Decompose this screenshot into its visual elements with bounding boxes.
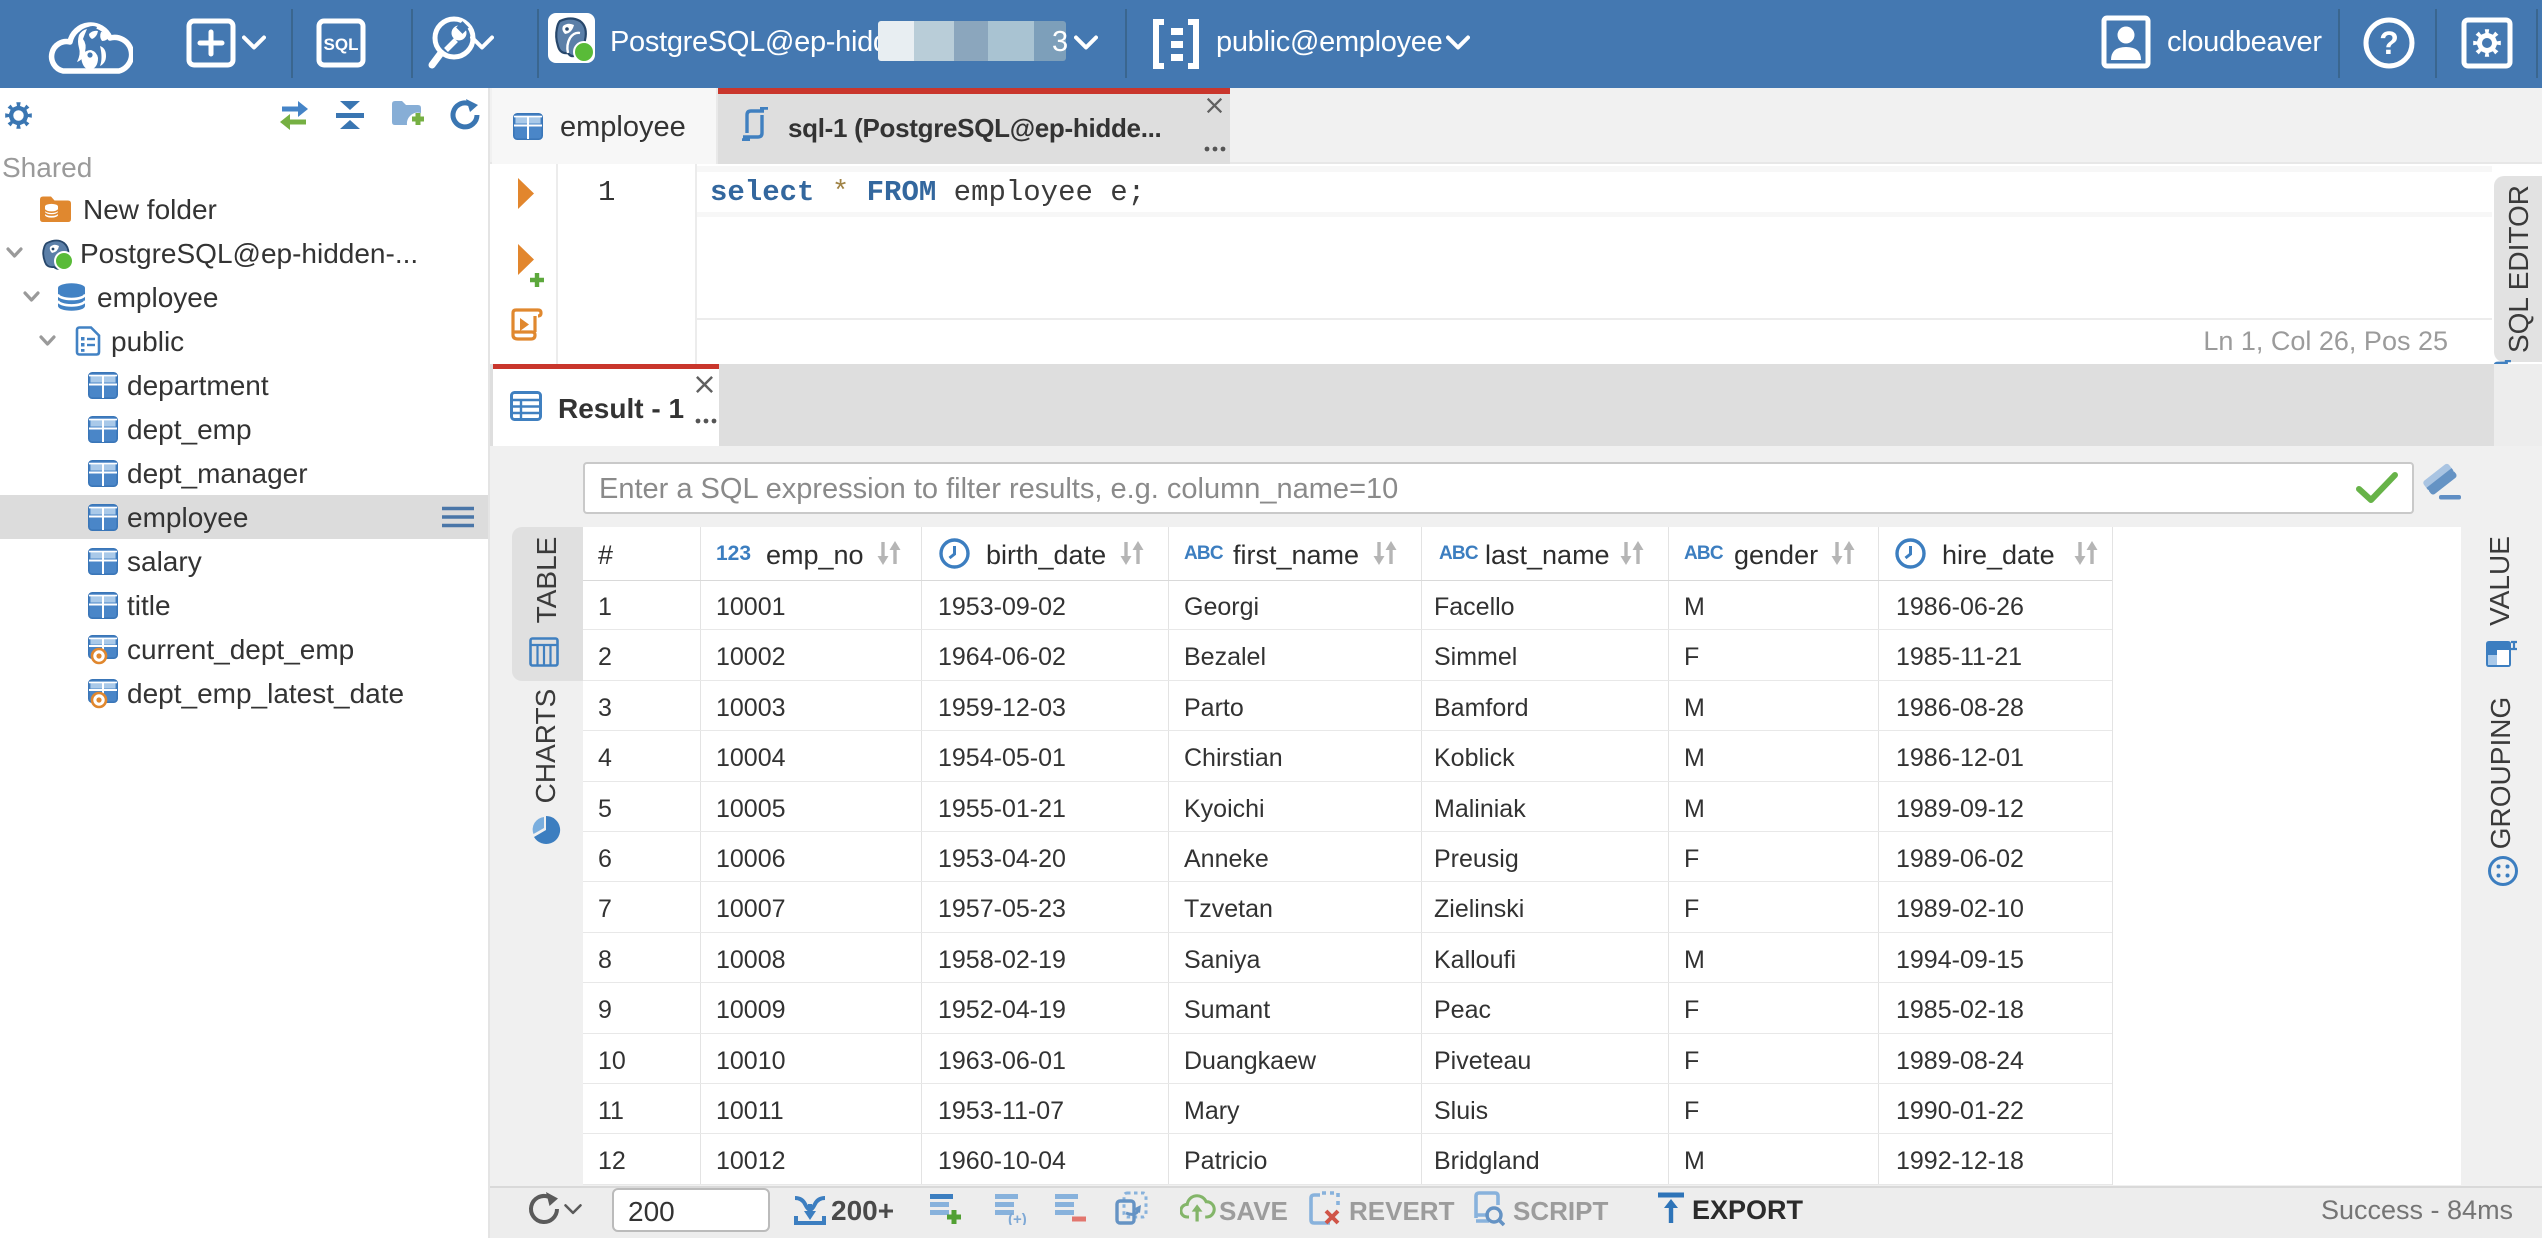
svg-text:(+): (+) bbox=[1008, 1211, 1027, 1225]
svg-text:?: ? bbox=[2379, 25, 2399, 61]
svg-text:SQL: SQL bbox=[324, 35, 359, 54]
